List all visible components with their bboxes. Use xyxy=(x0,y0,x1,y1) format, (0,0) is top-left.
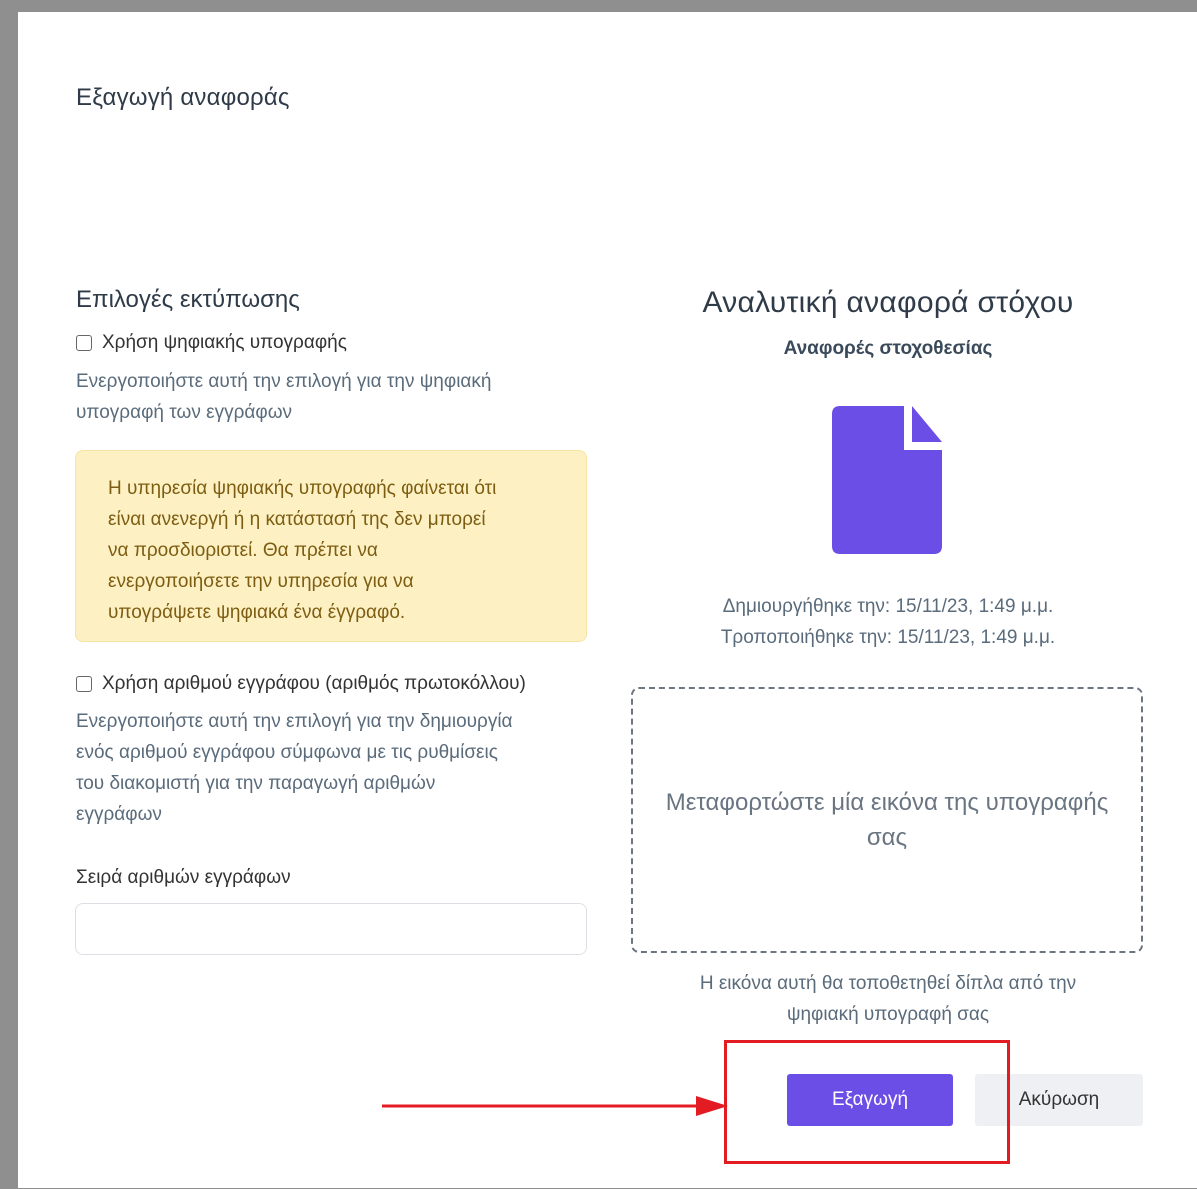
digital-signature-checkbox[interactable] xyxy=(76,335,92,351)
alert-line: υπογράψετε ψηφιακά ένα έγγραφό. xyxy=(108,602,406,623)
digital-signature-help: Ενεργοποιήστε αυτή την επιλογή για την ψ… xyxy=(76,366,576,428)
document-series-input[interactable] xyxy=(75,903,587,955)
dialog-title: Εξαγωγή αναφοράς xyxy=(76,84,290,111)
alert-line: Η υπηρεσία ψηφιακής υπογραφής φαίνεται ό… xyxy=(108,478,497,499)
export-button[interactable]: Εξαγωγή xyxy=(787,1074,953,1126)
cancel-button[interactable]: Ακύρωση xyxy=(975,1074,1143,1126)
help-line: Ενεργοποιήστε αυτή την επιλογή για την ψ… xyxy=(76,371,492,392)
note-line: ψηφιακή υπογραφή σας xyxy=(786,1004,990,1025)
digital-signature-label: Χρήση ψηφιακής υπογραφής xyxy=(102,332,347,353)
export-report-dialog: Εξαγωγή αναφοράς Επιλογές εκτύπωσης Χρήσ… xyxy=(18,12,1197,1188)
modified-date: Τροποποιήθηκε την: 15/11/23, 1:49 μ.μ. xyxy=(720,627,1056,648)
help-line: του διακομιστή για την παραγωγή αριθμών xyxy=(76,773,436,794)
help-line: ενός αριθμού εγγράφου σύμφωνα με τις ρυθ… xyxy=(76,742,498,763)
signature-service-warning: Η υπηρεσία ψηφιακής υπογραφής φαίνεται ό… xyxy=(75,450,587,642)
document-number-label: Χρήση αριθμού εγγράφου (αριθμός πρωτοκόλ… xyxy=(102,673,526,694)
signature-image-note: Η εικόνα αυτή θα τοποθετηθεί δίπλα από τ… xyxy=(628,968,1148,1030)
created-date: Δημιουργήθηκε την: 15/11/23, 1:49 μ.μ. xyxy=(722,596,1054,617)
report-title: Αναλυτική αναφορά στόχου xyxy=(702,286,1074,319)
document-series-label: Σειρά αριθμών εγγράφων xyxy=(76,867,291,888)
alert-line: είναι ανενεργή ή η κατάστασή της δεν μπο… xyxy=(108,509,486,530)
print-options-heading: Επιλογές εκτύπωσης xyxy=(76,286,300,313)
document-number-option[interactable]: Χρήση αριθμού εγγράφου (αριθμός πρωτοκόλ… xyxy=(76,673,526,695)
alert-line: ενεργοποιήσετε την υπηρεσία για να xyxy=(108,571,414,592)
document-number-help: Ενεργοποιήστε αυτή την επιλογή για την δ… xyxy=(76,706,596,830)
note-line: Η εικόνα αυτή θα τοποθετηθεί δίπλα από τ… xyxy=(699,973,1077,994)
help-line: υπογραφή των εγγράφων xyxy=(76,402,293,423)
help-line: εγγράφων xyxy=(76,804,162,825)
alert-line: να προσδιοριστεί. Θα πρέπει να xyxy=(108,540,378,561)
pointer-arrow-icon xyxy=(382,1096,728,1116)
file-icon xyxy=(832,406,942,554)
document-number-checkbox[interactable] xyxy=(76,676,92,692)
help-line: Ενεργοποιήστε αυτή την επιλογή για την δ… xyxy=(76,711,513,732)
dropzone-line: σας xyxy=(866,824,908,851)
dropzone-line: Μεταφορτώστε μία εικόνα της υπογραφής xyxy=(665,789,1109,816)
dropzone-text: Μεταφορτώστε μία εικόνα της υπογραφής σα… xyxy=(666,785,1109,855)
report-subtitle: Αναφορές στοχοθεσίας xyxy=(783,338,993,359)
signature-image-dropzone[interactable]: Μεταφορτώστε μία εικόνα της υπογραφής σα… xyxy=(631,687,1143,953)
digital-signature-option[interactable]: Χρήση ψηφιακής υπογραφής xyxy=(76,332,347,354)
